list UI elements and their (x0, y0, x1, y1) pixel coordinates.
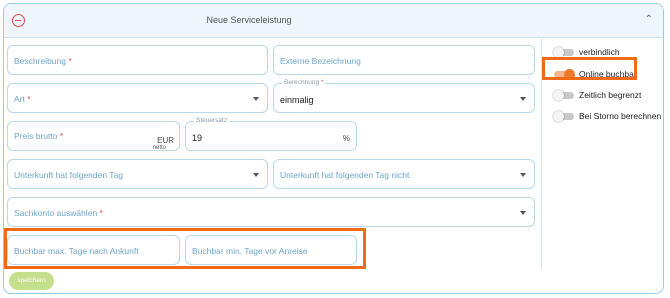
netto-label: netto (152, 145, 166, 151)
sachkonto-placeholder: Sachkonto auswählen (14, 208, 98, 218)
steuersatz-label: Steuersatz (194, 117, 230, 124)
chevron-down-icon[interactable] (520, 211, 526, 215)
toggle-switch[interactable] (553, 46, 574, 58)
tag-placeholder: Unterkunft hat folgenden Tag (14, 170, 124, 180)
chevron-down-icon[interactable] (253, 97, 259, 101)
berechnung-label: Berechnung * (282, 79, 326, 86)
beschreibung-placeholder: Beschreibung (14, 56, 66, 66)
externe-bezeichnung-field[interactable]: Externe Bezeichnung (273, 45, 535, 75)
chevron-up-icon[interactable]: ⌃ (645, 14, 653, 25)
required-mark: * (59, 131, 64, 141)
toggle-label: Zeitlich begrenzt (579, 90, 642, 100)
chevron-down-icon[interactable] (253, 173, 259, 177)
toggle-label: verbindlich (579, 47, 620, 57)
tag-nicht-placeholder: Unterkunft hat folgenden Tag nicht (280, 170, 410, 180)
toggle-label: Bei Storno berechnen (579, 111, 662, 121)
chevron-down-icon[interactable] (520, 97, 526, 101)
panel-header[interactable]: Neue Serviceleistung ⌃ (4, 4, 663, 38)
required-mark: * (68, 56, 72, 66)
berechnung-value: einmalig (280, 95, 314, 105)
panel-title: Neue Serviceleistung (206, 15, 292, 25)
berechnung-select[interactable]: Berechnung * einmalig (273, 79, 535, 113)
preis-brutto-field[interactable]: Preis brutto * EUR netto (7, 121, 180, 151)
toggle-switch[interactable] (553, 110, 574, 122)
steuersatz-field[interactable]: Steuersatz 19 % (185, 117, 357, 151)
art-select[interactable]: Art * (7, 83, 268, 113)
sachkonto-select[interactable]: Sachkonto auswählen * (7, 197, 535, 227)
save-button[interactable]: speichern (9, 272, 54, 290)
toggle-switch[interactable] (553, 89, 574, 101)
externe-bezeichnung-placeholder: Externe Bezeichnung (280, 56, 361, 66)
chevron-down-icon[interactable] (520, 173, 526, 177)
percent-unit: % (342, 134, 350, 143)
beschreibung-field[interactable]: Beschreibung * (7, 45, 268, 75)
art-placeholder: Art (14, 94, 25, 104)
tag-nicht-select[interactable]: Unterkunft hat folgenden Tag nicht (273, 159, 535, 189)
highlight-online-buchbar (542, 57, 637, 80)
steuersatz-value: 19 (192, 133, 203, 143)
required-mark: * (27, 94, 31, 104)
highlight-buchbar-tage (4, 228, 366, 269)
tag-select[interactable]: Unterkunft hat folgenden Tag (7, 159, 268, 189)
required-mark: * (99, 208, 103, 218)
preis-placeholder: Preis brutto (14, 131, 58, 141)
currency-unit: EUR (157, 136, 174, 145)
